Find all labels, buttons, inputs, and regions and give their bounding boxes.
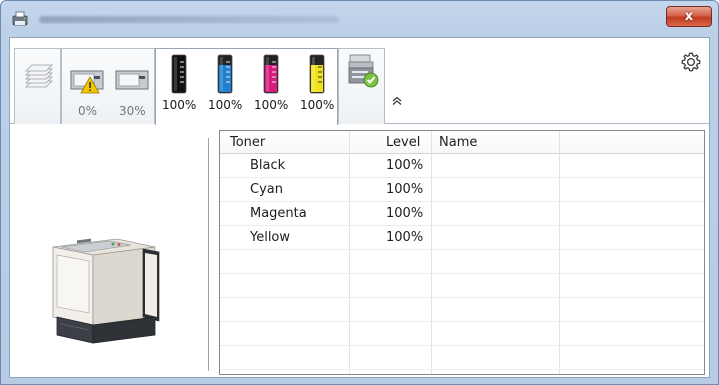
gear-icon[interactable] [679,50,703,74]
chevron-up-icon[interactable] [391,96,403,106]
level-cell: 100% [386,230,424,245]
toner-black-level: 100% [162,98,197,112]
level-cell: 100% [386,206,424,221]
column-header-name[interactable]: Name [439,135,477,150]
toner-magenta-cartridge-icon [263,54,279,94]
empty-row [220,274,704,298]
table-row[interactable]: Yellow 100% [220,226,704,250]
toner-table: Toner Level Name Black 100% Cyan 100% Ma… [219,130,705,375]
toner-magenta-level: 100% [254,98,289,112]
title-bar[interactable]: x [1,1,718,37]
printer-app-icon [12,11,28,26]
column-header-level[interactable]: Level [386,135,420,150]
toner-cell: Black [250,158,286,173]
level-cell: 100% [386,182,424,197]
empty-row [220,298,704,322]
toner-cyan-level: 100% [208,98,243,112]
toner-yellow-level: 100% [300,98,335,112]
toner-cyan-cartridge-icon [217,54,233,94]
status-monitor-window: x 0% 30% 100% 100% 100% 100% Toner Level… [0,0,719,385]
tab-toner[interactable]: 100% 100% 100% 100% [155,48,338,125]
panel-splitter[interactable] [208,138,209,371]
toner-black-cartridge-icon [171,54,187,94]
empty-row [220,250,704,274]
empty-row [220,322,704,346]
tray-warning-icon [70,70,104,94]
empty-row [220,346,704,370]
tab-device-status[interactable] [338,48,385,124]
printer-preview-panel [10,125,208,378]
tab-paper-stack[interactable] [14,48,61,124]
tray-2-level: 30% [119,104,146,118]
toner-cell: Magenta [250,206,307,221]
tray-icon [115,70,149,90]
tab-paper-trays[interactable]: 0% 30% [61,48,155,124]
table-row[interactable]: Magenta 100% [220,202,704,226]
printer-ok-icon [348,54,379,88]
toner-cell: Cyan [250,182,283,197]
tray-1-level: 0% [78,104,98,118]
table-row[interactable]: Cyan 100% [220,178,704,202]
table-row[interactable]: Black 100% [220,154,704,178]
column-header-toner[interactable]: Toner [230,135,265,150]
close-icon: x [684,9,694,24]
close-button[interactable]: x [666,6,712,27]
table-header: Toner Level Name [220,131,704,154]
client-area: 0% 30% 100% 100% 100% 100% Toner Level N… [9,37,710,378]
printer-image [52,238,160,344]
supplies-toolbar: 0% 30% 100% 100% 100% 100% [10,38,709,125]
paper-stack-icon [25,64,53,88]
toner-yellow-cartridge-icon [309,54,325,94]
toner-cell: Yellow [250,230,291,245]
window-title-obscured [39,16,339,23]
level-cell: 100% [386,158,424,173]
